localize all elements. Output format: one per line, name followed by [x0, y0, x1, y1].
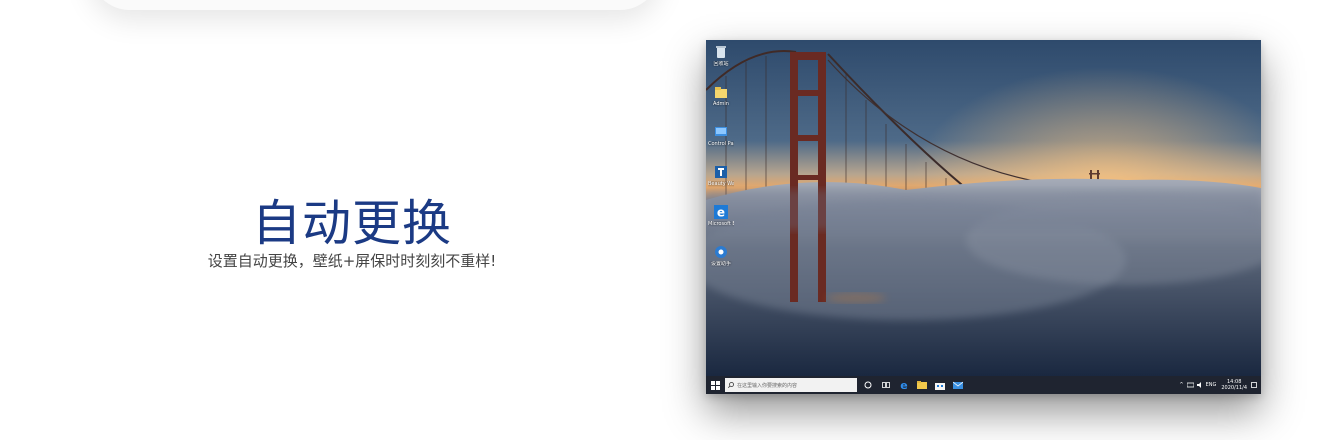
chevron-up-icon[interactable]: ^: [1179, 382, 1183, 388]
input-language[interactable]: ENG: [1206, 382, 1217, 388]
wallpaper-golden-gate: [706, 40, 1261, 376]
cortana-circle-icon: [864, 381, 872, 389]
svg-text:e: e: [717, 206, 725, 220]
feature-text-block: 自动更换 设置自动更换，壁纸+屏保时时刻刻不重样!: [0, 195, 704, 272]
clock-date: 2020/11/4: [1221, 385, 1247, 391]
desktop-icon-settings-app[interactable]: 设置助手: [708, 244, 734, 267]
task-view-icon: [882, 382, 890, 388]
desktop-icon-folder[interactable]: Admin: [708, 84, 734, 107]
taskbar-app-button[interactable]: [951, 378, 965, 392]
windows-logo-icon: [710, 380, 720, 390]
feature-subtitle: 设置自动更换，壁纸+屏保时时刻刻不重样!: [207, 252, 497, 270]
desktop-icon-edge[interactable]: e Microsoft Edge: [708, 204, 734, 227]
control-panel-icon: [715, 127, 727, 136]
folder-icon: [715, 87, 727, 98]
settings-app-icon: [715, 246, 727, 258]
mail-icon: [953, 381, 963, 389]
system-tray: ^ ENG 14:08 2020/11/4: [1179, 379, 1261, 391]
taskbar: 在这里输入你要搜索的内容 e ^ ENG 14:08 2020/11/4: [706, 376, 1261, 394]
search-icon: [728, 382, 734, 388]
edge-icon: e: [714, 205, 728, 220]
network-icon[interactable]: [1186, 382, 1194, 388]
desktop-icon-recycle-bin[interactable]: 回收站: [708, 44, 734, 67]
feature-title: 自动更换: [251, 195, 452, 252]
task-view-button[interactable]: [879, 378, 893, 392]
edge-icon: e: [900, 380, 907, 390]
taskbar-edge-button[interactable]: e: [897, 378, 911, 392]
volume-icon[interactable]: [1196, 382, 1203, 388]
taskbar-store-button[interactable]: [933, 378, 947, 392]
cortana-button[interactable]: [861, 378, 875, 392]
taskbar-clock[interactable]: 14:08 2020/11/4: [1221, 379, 1247, 391]
svg-text:e: e: [900, 380, 907, 390]
folder-icon: [917, 381, 927, 389]
taskbar-search-box[interactable]: 在这里输入你要搜索的内容: [725, 378, 857, 392]
taskbar-explorer-button[interactable]: [915, 378, 929, 392]
start-button[interactable]: [706, 376, 724, 394]
desktop-icon-control-panel[interactable]: Control Panel: [708, 124, 734, 147]
top-card-shadow: [90, 0, 660, 10]
store-bag-icon: [935, 382, 945, 390]
notification-icon[interactable]: [1251, 382, 1257, 388]
beauty-app-icon: [715, 166, 727, 178]
recycle-bin-icon: [716, 46, 726, 58]
desktop-icon-beauty-app[interactable]: Beauty Wallpaper: [708, 164, 734, 187]
desktop-screenshot: 回收站 Admin Control Panel Beauty Wallpaper…: [706, 40, 1261, 394]
